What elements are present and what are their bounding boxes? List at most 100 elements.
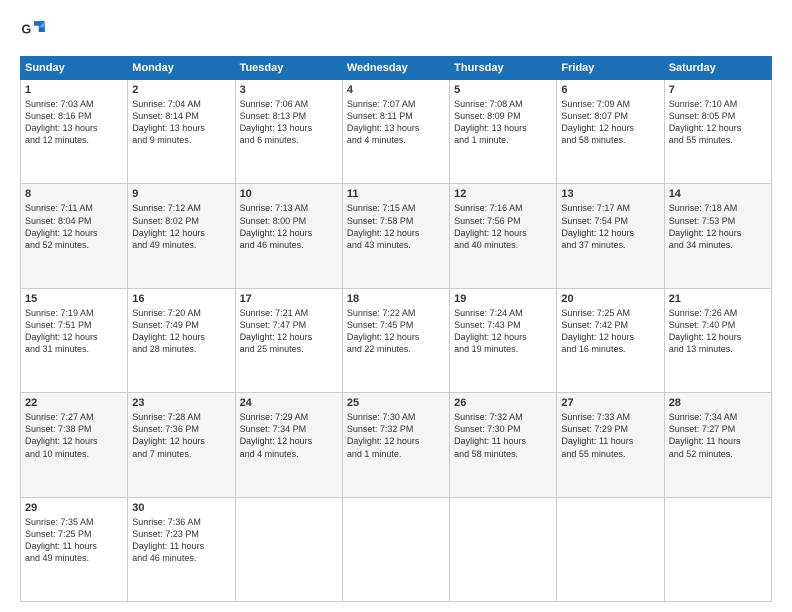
day-number: 3 bbox=[240, 84, 338, 96]
calendar-cell: 17 Sunrise: 7:21 AMSunset: 7:47 PMDayligh… bbox=[235, 288, 342, 392]
calendar-day-header: Sunday bbox=[21, 57, 128, 80]
calendar-day-header: Thursday bbox=[450, 57, 557, 80]
logo: G bbox=[20, 18, 52, 46]
calendar-day-header: Wednesday bbox=[342, 57, 449, 80]
day-info: Sunrise: 7:18 AMSunset: 7:53 PMDaylight:… bbox=[669, 202, 767, 251]
day-number: 17 bbox=[240, 293, 338, 305]
calendar-cell: 5 Sunrise: 7:08 AMSunset: 8:09 PMDaylight… bbox=[450, 80, 557, 184]
calendar-cell: 22 Sunrise: 7:27 AMSunset: 7:38 PMDayligh… bbox=[21, 393, 128, 497]
day-number: 25 bbox=[347, 397, 445, 409]
day-info: Sunrise: 7:22 AMSunset: 7:45 PMDaylight:… bbox=[347, 307, 445, 356]
day-info: Sunrise: 7:11 AMSunset: 8:04 PMDaylight:… bbox=[25, 202, 123, 251]
day-info: Sunrise: 7:33 AMSunset: 7:29 PMDaylight:… bbox=[561, 411, 659, 460]
day-number: 1 bbox=[25, 84, 123, 96]
day-number: 28 bbox=[669, 397, 767, 409]
calendar-cell: 4Sunrise: 7:07 AMSunset: 8:11 PMDaylight… bbox=[342, 80, 449, 184]
calendar-cell: 23 Sunrise: 7:28 AMSunset: 7:36 PMDayligh… bbox=[128, 393, 235, 497]
calendar-week-row: 22 Sunrise: 7:27 AMSunset: 7:38 PMDayligh… bbox=[21, 393, 772, 497]
day-number: 6 bbox=[561, 84, 659, 96]
calendar-cell: 8 Sunrise: 7:11 AMSunset: 8:04 PMDaylight… bbox=[21, 184, 128, 288]
calendar-cell: 15 Sunrise: 7:19 AMSunset: 7:51 PMDayligh… bbox=[21, 288, 128, 392]
day-number: 8 bbox=[25, 188, 123, 200]
day-info: Sunrise: 7:10 AMSunset: 8:05 PMDaylight:… bbox=[669, 98, 767, 147]
day-number: 16 bbox=[132, 293, 230, 305]
day-info: Sunrise: 7:25 AMSunset: 7:42 PMDaylight:… bbox=[561, 307, 659, 356]
day-info: Sunrise: 7:20 AMSunset: 7:49 PMDaylight:… bbox=[132, 307, 230, 356]
calendar-week-row: 1 Sunrise: 7:03 AMSunset: 8:16 PMDaylight… bbox=[21, 80, 772, 184]
day-number: 15 bbox=[25, 293, 123, 305]
day-info: Sunrise: 7:12 AMSunset: 8:02 PMDaylight:… bbox=[132, 202, 230, 251]
calendar-cell: 16 Sunrise: 7:20 AMSunset: 7:49 PMDayligh… bbox=[128, 288, 235, 392]
day-info: Sunrise: 7:34 AMSunset: 7:27 PMDaylight:… bbox=[669, 411, 767, 460]
calendar-cell bbox=[557, 497, 664, 601]
day-info: Sunrise: 7:28 AMSunset: 7:36 PMDaylight:… bbox=[132, 411, 230, 460]
calendar-cell: 2 Sunrise: 7:04 AMSunset: 8:14 PMDaylight… bbox=[128, 80, 235, 184]
day-info: Sunrise: 7:21 AMSunset: 7:47 PMDaylight:… bbox=[240, 307, 338, 356]
day-number: 12 bbox=[454, 188, 552, 200]
day-info: Sunrise: 7:16 AMSunset: 7:56 PMDaylight:… bbox=[454, 202, 552, 251]
calendar-cell: 30Sunrise: 7:36 AMSunset: 7:23 PMDayligh… bbox=[128, 497, 235, 601]
day-info: Sunrise: 7:13 AMSunset: 8:00 PMDaylight:… bbox=[240, 202, 338, 251]
calendar-day-header: Saturday bbox=[664, 57, 771, 80]
day-number: 19 bbox=[454, 293, 552, 305]
day-info: Sunrise: 7:03 AMSunset: 8:16 PMDaylight:… bbox=[25, 98, 123, 147]
calendar-cell: 25Sunrise: 7:30 AMSunset: 7:32 PMDayligh… bbox=[342, 393, 449, 497]
calendar-header-row: SundayMondayTuesdayWednesdayThursdayFrid… bbox=[21, 57, 772, 80]
day-info: Sunrise: 7:17 AMSunset: 7:54 PMDaylight:… bbox=[561, 202, 659, 251]
calendar-cell: 3 Sunrise: 7:06 AMSunset: 8:13 PMDaylight… bbox=[235, 80, 342, 184]
calendar-cell: 18 Sunrise: 7:22 AMSunset: 7:45 PMDayligh… bbox=[342, 288, 449, 392]
day-number: 11 bbox=[347, 188, 445, 200]
calendar-cell bbox=[235, 497, 342, 601]
day-number: 14 bbox=[669, 188, 767, 200]
day-info: Sunrise: 7:29 AMSunset: 7:34 PMDaylight:… bbox=[240, 411, 338, 460]
day-info: Sunrise: 7:15 AMSunset: 7:58 PMDaylight:… bbox=[347, 202, 445, 251]
calendar-day-header: Friday bbox=[557, 57, 664, 80]
day-info: Sunrise: 7:06 AMSunset: 8:13 PMDaylight:… bbox=[240, 98, 338, 147]
day-info: Sunrise: 7:27 AMSunset: 7:38 PMDaylight:… bbox=[25, 411, 123, 460]
day-info: Sunrise: 7:24 AMSunset: 7:43 PMDaylight:… bbox=[454, 307, 552, 356]
calendar-cell: 20 Sunrise: 7:25 AMSunset: 7:42 PMDayligh… bbox=[557, 288, 664, 392]
day-number: 26 bbox=[454, 397, 552, 409]
calendar-cell bbox=[664, 497, 771, 601]
day-number: 9 bbox=[132, 188, 230, 200]
page-header: G bbox=[20, 18, 772, 46]
calendar-week-row: 15 Sunrise: 7:19 AMSunset: 7:51 PMDayligh… bbox=[21, 288, 772, 392]
calendar-day-header: Tuesday bbox=[235, 57, 342, 80]
day-info: Sunrise: 7:35 AMSunset: 7:25 PMDaylight:… bbox=[25, 516, 123, 565]
day-info: Sunrise: 7:04 AMSunset: 8:14 PMDaylight:… bbox=[132, 98, 230, 147]
calendar-cell bbox=[342, 497, 449, 601]
calendar-cell: 24Sunrise: 7:29 AMSunset: 7:34 PMDayligh… bbox=[235, 393, 342, 497]
logo-icon: G bbox=[20, 18, 48, 46]
day-number: 5 bbox=[454, 84, 552, 96]
day-number: 18 bbox=[347, 293, 445, 305]
calendar-cell: 9 Sunrise: 7:12 AMSunset: 8:02 PMDaylight… bbox=[128, 184, 235, 288]
day-number: 22 bbox=[25, 397, 123, 409]
calendar-cell: 7 Sunrise: 7:10 AMSunset: 8:05 PMDaylight… bbox=[664, 80, 771, 184]
day-number: 7 bbox=[669, 84, 767, 96]
day-number: 2 bbox=[132, 84, 230, 96]
calendar-cell: 1 Sunrise: 7:03 AMSunset: 8:16 PMDaylight… bbox=[21, 80, 128, 184]
calendar-day-header: Monday bbox=[128, 57, 235, 80]
day-number: 21 bbox=[669, 293, 767, 305]
calendar-cell bbox=[450, 497, 557, 601]
day-info: Sunrise: 7:09 AMSunset: 8:07 PMDaylight:… bbox=[561, 98, 659, 147]
day-number: 30 bbox=[132, 502, 230, 514]
calendar-cell: 21 Sunrise: 7:26 AMSunset: 7:40 PMDayligh… bbox=[664, 288, 771, 392]
day-number: 13 bbox=[561, 188, 659, 200]
calendar-cell: 29Sunrise: 7:35 AMSunset: 7:25 PMDayligh… bbox=[21, 497, 128, 601]
calendar-cell: 19 Sunrise: 7:24 AMSunset: 7:43 PMDayligh… bbox=[450, 288, 557, 392]
calendar-week-row: 8 Sunrise: 7:11 AMSunset: 8:04 PMDaylight… bbox=[21, 184, 772, 288]
day-info: Sunrise: 7:19 AMSunset: 7:51 PMDaylight:… bbox=[25, 307, 123, 356]
day-info: Sunrise: 7:32 AMSunset: 7:30 PMDaylight:… bbox=[454, 411, 552, 460]
day-info: Sunrise: 7:26 AMSunset: 7:40 PMDaylight:… bbox=[669, 307, 767, 356]
calendar-cell: 27 Sunrise: 7:33 AMSunset: 7:29 PMDayligh… bbox=[557, 393, 664, 497]
calendar-week-row: 29Sunrise: 7:35 AMSunset: 7:25 PMDayligh… bbox=[21, 497, 772, 601]
calendar-cell: 26 Sunrise: 7:32 AMSunset: 7:30 PMDayligh… bbox=[450, 393, 557, 497]
day-number: 20 bbox=[561, 293, 659, 305]
calendar-cell: 6 Sunrise: 7:09 AMSunset: 8:07 PMDaylight… bbox=[557, 80, 664, 184]
calendar-cell: 28 Sunrise: 7:34 AMSunset: 7:27 PMDayligh… bbox=[664, 393, 771, 497]
day-number: 23 bbox=[132, 397, 230, 409]
day-number: 27 bbox=[561, 397, 659, 409]
calendar-cell: 12 Sunrise: 7:16 AMSunset: 7:56 PMDayligh… bbox=[450, 184, 557, 288]
day-info: Sunrise: 7:08 AMSunset: 8:09 PMDaylight:… bbox=[454, 98, 552, 147]
